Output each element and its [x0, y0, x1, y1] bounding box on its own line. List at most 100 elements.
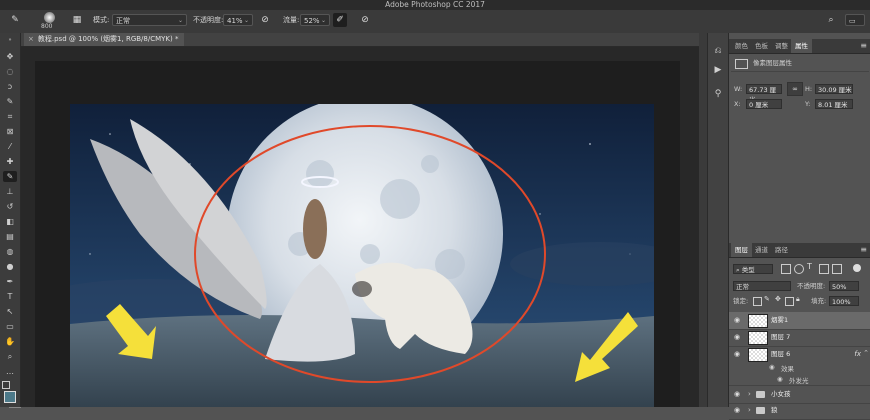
height-field[interactable]: 30.09 厘米 [815, 84, 853, 94]
foreground-color-swatch[interactable] [4, 391, 16, 403]
crop-tool-icon[interactable]: ⌗ [3, 111, 17, 122]
tab-channels[interactable]: 通道 [751, 243, 772, 257]
eye-icon[interactable]: ◉ [734, 406, 744, 414]
layer-name: 图层 7 [771, 333, 791, 341]
filter-shape-icon[interactable] [819, 264, 829, 274]
gradient-tool-icon[interactable]: ▤ [3, 231, 17, 242]
blend-mode-select[interactable]: 正常 [733, 281, 791, 291]
close-icon[interactable]: × [28, 35, 34, 43]
document-tab[interactable]: × 教程.psd @ 100% (烟雾1, RGB/8/CMYK) * [24, 33, 185, 46]
pixel-layer-icon [735, 59, 748, 69]
zoom-tool-icon[interactable]: ⌕ [3, 351, 17, 362]
marquee-tool-icon[interactable]: ◌ [3, 66, 17, 77]
mode-select[interactable]: 正常 ⌄ [112, 14, 187, 26]
tab-paths[interactable]: 路径 [771, 243, 792, 257]
quick-selection-tool-icon[interactable]: ✎ [3, 96, 17, 107]
more-tools-icon[interactable]: … [3, 366, 17, 377]
collapsed-panel-dock: ⎌ ▶ ⚲ [707, 33, 728, 407]
layer-opacity-field[interactable]: 50% [829, 281, 859, 291]
tab-swatches[interactable]: 色板 [751, 39, 772, 53]
flow-input[interactable]: 52% ⌄ [300, 14, 330, 26]
layer-row[interactable]: ◉ 图层 7 [729, 329, 870, 347]
default-colors-icon[interactable] [2, 381, 10, 389]
chevron-up-icon[interactable]: ⌃ [863, 349, 869, 357]
tab-properties[interactable]: 属性 [791, 39, 812, 53]
flow-label: 流量: [283, 16, 300, 24]
lock-position-icon[interactable]: ✥ [775, 295, 781, 303]
fill-field[interactable]: 100% [829, 296, 859, 306]
eye-icon[interactable]: ◉ [734, 350, 744, 358]
y-field[interactable]: 8.01 厘米 [815, 99, 853, 109]
rectangle-tool-icon[interactable]: ▭ [3, 321, 17, 332]
brush-tool-icon[interactable]: ✎ [3, 171, 17, 182]
eye-icon[interactable]: ◉ [734, 333, 744, 341]
pen-tool-icon[interactable]: ✒ [3, 276, 17, 287]
properties-header: 像素图层属性 [753, 59, 792, 67]
filter-type-icon[interactable]: T [807, 262, 812, 271]
move-tool-icon[interactable]: ✥ [3, 51, 17, 62]
pressure-opacity-icon[interactable]: ⊘ [258, 13, 272, 27]
blur-tool-icon[interactable]: ◍ [3, 246, 17, 257]
artwork-illustration [70, 104, 654, 407]
pressure-size-icon[interactable]: ⊘ [358, 13, 372, 27]
clone-stamp-tool-icon[interactable]: ⊥ [3, 186, 17, 197]
brush-preset-picker[interactable]: 800 [38, 12, 62, 31]
x-field[interactable]: 0 厘米 [746, 99, 782, 109]
panel-menu-icon[interactable]: ≡ [860, 245, 867, 254]
brush-tool-icon[interactable]: ✎ [8, 13, 22, 27]
eye-icon[interactable]: ◉ [734, 316, 744, 324]
lock-all-icon[interactable]: 🔒︎ [796, 295, 800, 304]
filter-adjustment-icon[interactable] [794, 264, 804, 274]
workspace-switcher[interactable]: ▭ [845, 14, 865, 26]
hand-tool-icon[interactable]: ✋ [3, 336, 17, 347]
layer-row[interactable]: ◉ 烟雾1 [729, 312, 870, 330]
layer-name: 图层 6 [771, 350, 791, 358]
dodge-tool-icon[interactable]: ● [3, 261, 17, 272]
history-panel-icon[interactable]: ⎌ [711, 45, 725, 57]
path-selection-tool-icon[interactable]: ↖ [3, 306, 17, 317]
tool-presets-icon[interactable]: ⚲ [711, 88, 725, 100]
layer-filter-select[interactable]: ⌕ 类型 [733, 264, 773, 274]
healing-brush-tool-icon[interactable]: ✚ [3, 156, 17, 167]
opacity-label: 不透明度: [193, 16, 224, 24]
eye-icon[interactable]: ◉ [734, 390, 744, 398]
filter-pixel-icon[interactable] [781, 264, 791, 274]
canvas-vertical-scrollbar[interactable] [699, 33, 707, 407]
brush-size-value: 800 [41, 23, 53, 30]
frame-tool-icon[interactable]: ⊠ [3, 126, 17, 137]
search-icon[interactable]: ⌕ [824, 13, 838, 27]
opacity-input[interactable]: 41% ⌄ [223, 14, 253, 26]
width-field[interactable]: 67.73 厘米 [746, 84, 782, 104]
chevron-right-icon[interactable]: › [748, 390, 751, 398]
panel-collapse-icon[interactable]: » [3, 35, 17, 46]
chevron-right-icon[interactable]: › [748, 406, 751, 414]
history-brush-tool-icon[interactable]: ↺ [3, 201, 17, 212]
effect-eye-icon[interactable]: ◉ [777, 375, 783, 383]
eraser-tool-icon[interactable]: ◧ [3, 216, 17, 227]
chevron-down-icon: ⌄ [320, 17, 326, 24]
fx-badge[interactable]: fx [854, 350, 861, 358]
actions-panel-icon[interactable]: ▶ [711, 64, 725, 76]
lock-image-icon[interactable]: ✎ [764, 295, 770, 303]
tab-color[interactable]: 颜色 [731, 39, 752, 53]
airbrush-icon[interactable]: ✐ [333, 13, 347, 27]
filter-smart-object-icon[interactable] [832, 264, 842, 274]
layer-group-row[interactable]: ◉ › 狼 [729, 402, 870, 420]
effects-eye-icon[interactable]: ◉ [769, 363, 775, 371]
right-panels: 颜色 色板 调整 属性 ≡ 像素图层属性 W: 67.73 厘米 ∞ H: 30… [728, 33, 870, 420]
layer-row[interactable]: ◉ 图层 6 fx ⌃ [729, 346, 870, 363]
eyedropper-tool-icon[interactable]: ⁄ [3, 141, 17, 152]
link-dimensions-icon[interactable]: ∞ [787, 82, 803, 96]
type-tool-icon[interactable]: T [3, 291, 17, 302]
canvas-image[interactable] [70, 104, 654, 407]
tab-layers[interactable]: 图层 [731, 243, 752, 257]
effects-label: 效果 [781, 365, 794, 373]
filter-toggle-icon[interactable] [853, 264, 861, 272]
lasso-tool-icon[interactable]: ↄ [3, 81, 17, 92]
panel-menu-icon[interactable]: ≡ [860, 41, 867, 50]
lock-transparent-icon[interactable] [753, 297, 762, 306]
tab-adjustments[interactable]: 调整 [771, 39, 792, 53]
brush-settings-panel-icon[interactable]: ▦ [70, 13, 84, 27]
layer-thumbnail [748, 331, 768, 345]
lock-artboard-icon[interactable] [785, 297, 794, 306]
